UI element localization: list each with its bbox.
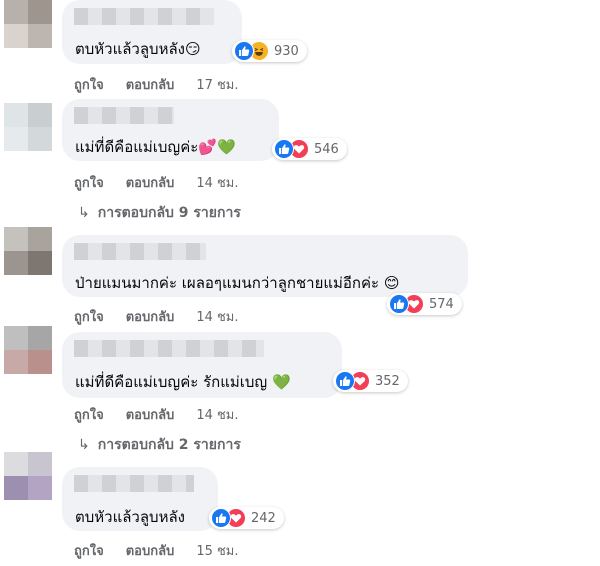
like-button[interactable]: ถูกใจ	[74, 78, 104, 93]
reaction-summary[interactable]: 546	[272, 138, 347, 160]
author-name-blurred[interactable]	[74, 8, 214, 25]
reply-button[interactable]: ตอบกลับ	[126, 310, 175, 325]
comment-text: ตบหัวแล้วลูบหลัง😏	[75, 40, 201, 58]
reaction-summary[interactable]: 930	[232, 40, 307, 62]
author-name-blurred[interactable]	[74, 107, 174, 124]
reply-arrow-icon: ↳	[78, 205, 90, 221]
comment-text: แม่ที่ดีคือแม่เบญค่ะ💕💚	[75, 138, 236, 156]
reaction-summary[interactable]: 574	[387, 293, 462, 315]
green-heart-emoji-icon: 💚	[271, 373, 291, 391]
comment-actions: ถูกใจ ตอบกลับ 14 ชม.	[74, 404, 239, 425]
view-replies-link[interactable]: ↳ การตอบกลับ 9 รายการ	[78, 202, 241, 224]
author-name-blurred[interactable]	[74, 243, 206, 260]
like-icon	[335, 371, 355, 391]
comment-bubble: ป่ายแมนมากค่ะ เผลอๆแมนกว่าลูกชายแม่อีกค่…	[62, 235, 468, 297]
timestamp[interactable]: 14 ชม.	[196, 408, 238, 423]
smirk-emoji-icon: 😏	[184, 40, 201, 58]
author-name-blurred[interactable]	[74, 475, 194, 492]
timestamp[interactable]: 17 ชม.	[196, 78, 238, 93]
comment-actions: ถูกใจ ตอบกลับ 17 ชม.	[74, 74, 239, 95]
avatar[interactable]	[4, 452, 52, 500]
comment-bubble: แม่ที่ดีคือแม่เบญค่ะ รักแม่เบญ 💚	[62, 332, 342, 398]
avatar[interactable]	[4, 227, 52, 275]
reaction-count: 242	[251, 510, 276, 526]
comment-actions: ถูกใจ ตอบกลับ 15 ชม.	[74, 540, 239, 561]
reply-arrow-icon: ↳	[78, 437, 90, 453]
view-replies-link[interactable]: ↳ การตอบกลับ 2 รายการ	[78, 434, 241, 456]
reaction-count: 930	[274, 43, 299, 59]
timestamp[interactable]: 15 ชม.	[196, 544, 238, 559]
like-button[interactable]: ถูกใจ	[74, 310, 104, 325]
comment-bubble: แม่ที่ดีคือแม่เบญค่ะ💕💚	[62, 99, 279, 161]
hearts-emoji-icon: 💕💚	[198, 138, 236, 156]
reaction-summary[interactable]: 352	[333, 370, 408, 392]
reaction-count: 574	[429, 296, 454, 312]
timestamp[interactable]: 14 ชม.	[196, 310, 238, 325]
comment-text: ป่ายแมนมากค่ะ เผลอๆแมนกว่าลูกชายแม่อีกค่…	[75, 274, 400, 292]
like-button[interactable]: ถูกใจ	[74, 544, 104, 559]
like-icon	[389, 294, 409, 314]
reply-button[interactable]: ตอบกลับ	[126, 78, 175, 93]
like-icon	[211, 508, 231, 528]
like-icon	[234, 41, 254, 61]
author-name-blurred[interactable]	[74, 340, 264, 357]
comment-text: แม่ที่ดีคือแม่เบญค่ะ รักแม่เบญ 💚	[75, 373, 291, 391]
comment-bubble: ตบหัวแล้วลูบหลัง	[62, 467, 218, 531]
reply-button[interactable]: ตอบกลับ	[126, 176, 175, 191]
reaction-count: 352	[375, 373, 400, 389]
reaction-summary[interactable]: 242	[209, 507, 284, 529]
like-button[interactable]: ถูกใจ	[74, 176, 104, 191]
smile-emoji-icon: 😊	[383, 274, 400, 292]
comment-actions: ถูกใจ ตอบกลับ 14 ชม.	[74, 172, 239, 193]
comment-actions: ถูกใจ ตอบกลับ 14 ชม.	[74, 306, 239, 327]
reply-button[interactable]: ตอบกลับ	[126, 408, 175, 423]
like-icon	[274, 139, 294, 159]
like-button[interactable]: ถูกใจ	[74, 408, 104, 423]
reply-button[interactable]: ตอบกลับ	[126, 544, 175, 559]
reaction-count: 546	[314, 141, 339, 157]
avatar[interactable]	[4, 326, 52, 374]
comment-bubble: ตบหัวแล้วลูบหลัง😏	[62, 0, 242, 64]
avatar[interactable]	[4, 103, 52, 151]
comment-text: ตบหัวแล้วลูบหลัง	[75, 508, 185, 526]
avatar[interactable]	[4, 0, 52, 48]
timestamp[interactable]: 14 ชม.	[196, 176, 238, 191]
